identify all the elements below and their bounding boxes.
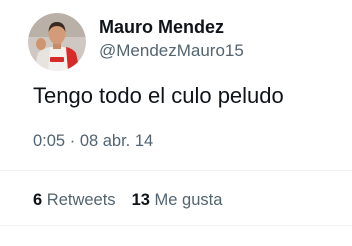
divider [0, 225, 352, 226]
user-handle[interactable]: @MendezMauro15 [99, 40, 244, 62]
tweet-timestamp[interactable]: 0:05 · 08 abr. 14 [33, 130, 153, 152]
user-info: Mauro Mendez @MendezMauro15 [99, 16, 244, 62]
tweet-date: 08 abr. 14 [79, 132, 154, 150]
display-name[interactable]: Mauro Mendez [99, 16, 244, 38]
profile-avatar-icon [28, 13, 86, 71]
retweets-label: Retweets [46, 191, 116, 209]
retweets-count: 6 [33, 191, 43, 209]
likes-stat[interactable]: 13 Me gusta [132, 189, 223, 211]
tweet-card: Mauro Mendez @MendezMauro15 Tengo todo e… [0, 0, 352, 246]
likes-label: Me gusta [154, 191, 223, 209]
likes-count: 13 [131, 191, 150, 209]
tweet-stats: 6 Retweets 13 Me gusta [33, 189, 222, 211]
avatar[interactable] [28, 13, 86, 71]
tweet-text: Tengo todo el culo peludo [33, 83, 284, 108]
divider [0, 170, 352, 171]
retweets-stat[interactable]: 6 Retweets [33, 189, 116, 211]
meta-separator: · [69, 132, 76, 150]
tweet-time: 0:05 [33, 132, 66, 150]
tweet-header: Mauro Mendez @MendezMauro15 [28, 13, 244, 71]
